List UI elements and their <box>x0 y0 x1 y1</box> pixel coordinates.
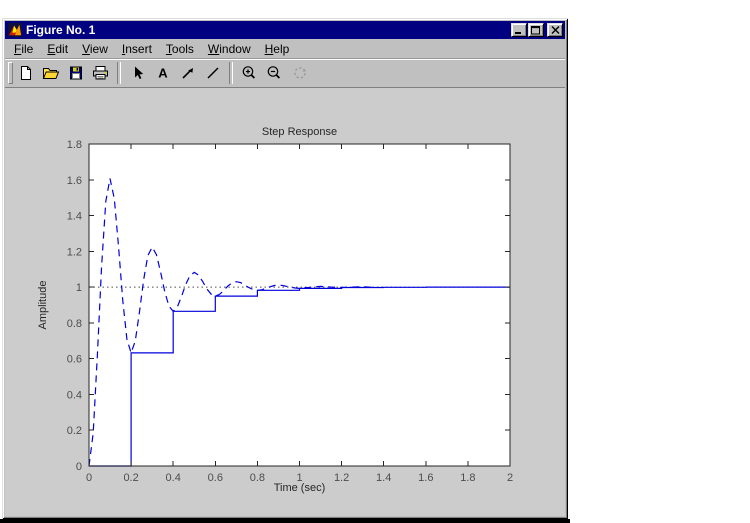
title-bar[interactable]: Figure No. 1 <box>5 21 565 39</box>
cursor-arrow-icon <box>134 66 143 79</box>
text-tool-icon: A <box>158 66 168 81</box>
toolbar-separator <box>229 62 233 84</box>
zoom-in-button[interactable] <box>237 61 262 85</box>
menu-view[interactable]: View <box>75 40 115 58</box>
rotate-3d-icon <box>293 67 306 79</box>
y-tick-label: 1.2 <box>67 246 82 258</box>
minimize-icon <box>515 31 521 34</box>
printer-icon <box>92 66 108 80</box>
plot-area <box>89 144 510 466</box>
zoom-out-button[interactable] <box>262 61 287 85</box>
plot-svg: 0 0.2 0.4 0.6 0.8 1 1.2 1.4 1.6 1.8 200.20.40.60.8… <box>67 139 513 484</box>
maximize-button[interactable] <box>528 23 544 37</box>
y-tick-label: 0.6 <box>67 354 82 366</box>
menu-bar: File Edit View Insert Tools Window Help <box>5 40 565 58</box>
menu-insert[interactable]: Insert <box>115 40 159 58</box>
save-figure-button[interactable] <box>63 61 88 85</box>
toolbar-separator <box>117 62 121 84</box>
screenshot-bottom-edge <box>0 519 570 523</box>
add-text-button[interactable]: A <box>150 61 175 85</box>
figure-canvas: 0 0.2 0.4 0.6 0.8 1 1.2 1.4 1.6 1.8 2 0 0.2 0.4 0.6 0.8… <box>5 88 565 516</box>
line-tool-icon <box>206 67 219 79</box>
x-axis-label: Time (sec) <box>273 482 326 494</box>
rotate-3d-button[interactable] <box>287 61 312 85</box>
toolbar: A <box>5 58 565 88</box>
y-axis-label: Amplitude <box>37 280 49 330</box>
open-folder-icon <box>42 68 59 79</box>
menu-help[interactable]: Help <box>258 40 297 58</box>
y-tick-label: 0 <box>76 461 82 473</box>
y-tick-label: 1.6 <box>67 175 82 187</box>
zoom-in-icon <box>242 66 256 79</box>
menu-edit[interactable]: Edit <box>40 40 75 58</box>
figure-window: Figure No. 1 File Edit View Insert Tools Wind… <box>2 18 568 519</box>
y-tick-label: 0.8 <box>67 318 82 330</box>
maximize-icon <box>531 25 540 34</box>
menu-file[interactable]: File <box>7 40 40 58</box>
menu-tools[interactable]: Tools <box>159 40 201 58</box>
y-tick-label: 1 <box>76 282 82 294</box>
arrow-annotation-icon <box>181 68 193 79</box>
close-icon <box>551 26 559 34</box>
new-document-icon <box>20 66 31 80</box>
new-figure-button[interactable] <box>13 61 38 85</box>
matlab-logo-icon <box>8 23 22 37</box>
close-button[interactable] <box>547 23 563 37</box>
add-line-button[interactable] <box>200 61 225 85</box>
y-tick-label: 1.4 <box>67 211 82 223</box>
zoom-out-icon <box>267 66 281 79</box>
desktop: Figure No. 1 File Edit View Insert Tools Wind… <box>0 0 750 523</box>
plot-title: Step Response <box>261 126 338 138</box>
svg-text:A: A <box>158 66 168 81</box>
minimize-button[interactable] <box>511 23 527 37</box>
print-figure-button[interactable] <box>88 61 113 85</box>
y-tick-label: 1.8 <box>67 139 82 151</box>
pointer-tool-button[interactable] <box>125 61 150 85</box>
menu-window[interactable]: Window <box>201 40 258 58</box>
y-tick-label: 0.2 <box>67 425 82 437</box>
y-tick-label: 0.4 <box>67 389 82 401</box>
open-file-button[interactable] <box>38 61 63 85</box>
save-floppy-icon <box>69 66 82 80</box>
add-arrow-button[interactable] <box>175 61 200 85</box>
window-title: Figure No. 1 <box>26 23 96 37</box>
